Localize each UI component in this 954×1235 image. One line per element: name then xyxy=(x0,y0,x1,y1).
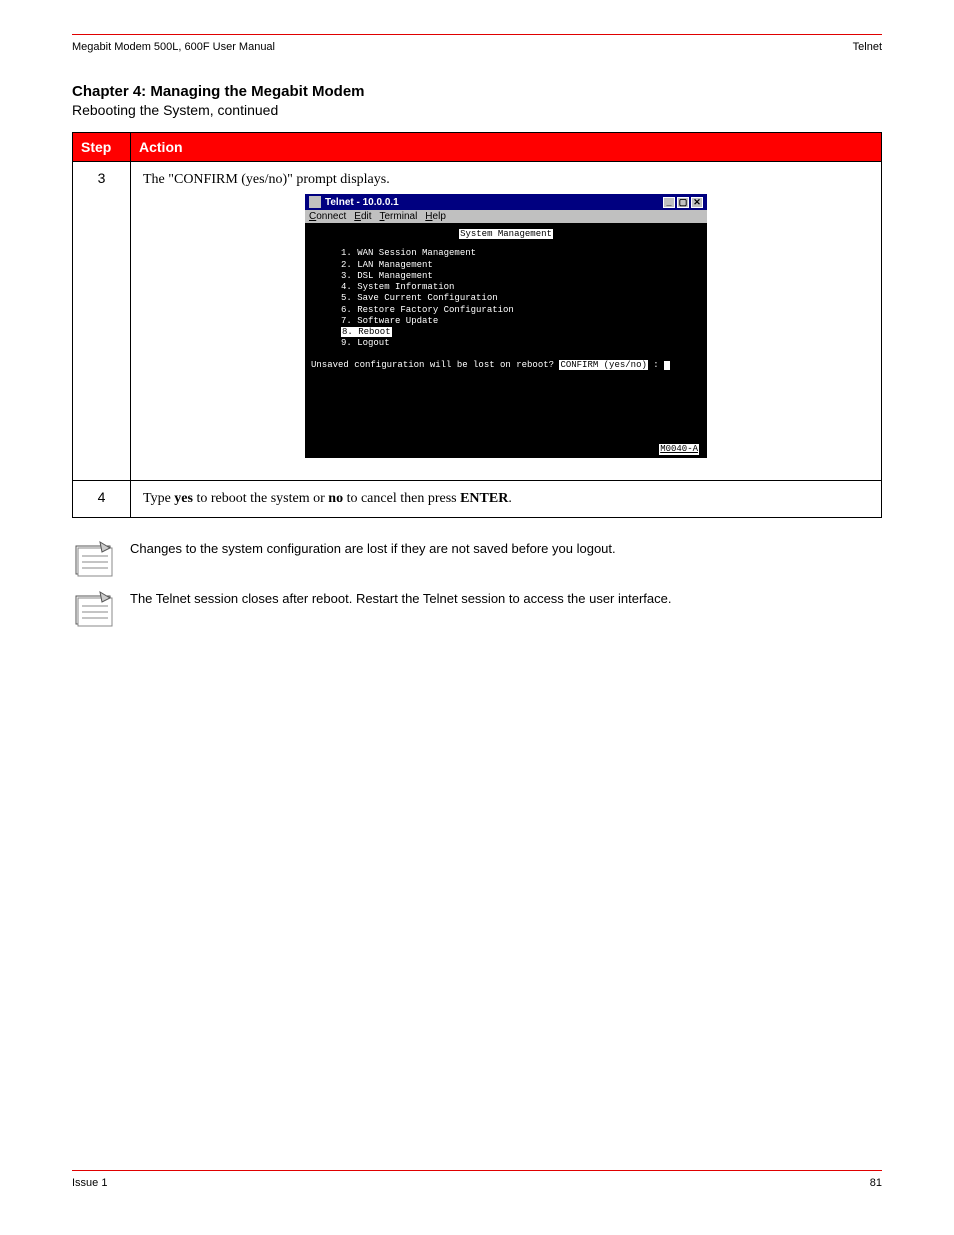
footer-right: 81 xyxy=(870,1177,882,1189)
key-enter: ENTER xyxy=(460,491,508,506)
cmd-yes: yes xyxy=(174,491,193,506)
telnet-menu-item-selected: 8. Reboot xyxy=(341,327,392,337)
footer-rule xyxy=(72,1170,882,1171)
header-rule xyxy=(72,34,882,35)
step-action: Type yes to reboot the system or no to c… xyxy=(131,481,882,518)
telnet-titlebar: Telnet - 10.0.0.1 _ ▢ ✕ xyxy=(305,194,707,210)
text: . xyxy=(508,491,512,506)
note-text: Changes to the system configuration are … xyxy=(130,538,616,558)
note-icon xyxy=(72,588,116,628)
chapter-title: Chapter 4: Managing the Megabit Modem xyxy=(72,83,882,100)
telnet-menu-item: 4. System Information xyxy=(341,282,701,293)
app-icon xyxy=(309,196,321,208)
step-number: 4 xyxy=(73,481,131,518)
footer-left: Issue 1 xyxy=(72,1177,107,1189)
cmd-no: no xyxy=(328,491,343,506)
header-left: Megabit Modem 500L, 600F User Manual xyxy=(72,41,275,53)
telnet-menubar: Connect Edit Terminal Help xyxy=(305,210,707,223)
telnet-window: Telnet - 10.0.0.1 _ ▢ ✕ Connect Edit Te xyxy=(305,194,707,458)
telnet-menu-list: 1. WAN Session Management 2. LAN Managem… xyxy=(341,248,701,349)
text: to cancel then press xyxy=(343,491,460,506)
telnet-menu-item: 2. LAN Management xyxy=(341,260,701,271)
maximize-button[interactable]: ▢ xyxy=(677,197,689,208)
step-action: The "CONFIRM (yes/no)" prompt displays. … xyxy=(131,162,882,481)
col-action: Action xyxy=(131,133,882,162)
menu-connect[interactable]: Connect xyxy=(309,211,346,222)
col-step: Step xyxy=(73,133,131,162)
telnet-menu-item: 7. Software Update xyxy=(341,316,701,327)
section-title: Rebooting the System, continued xyxy=(72,102,882,118)
telnet-menu-item: 5. Save Current Configuration xyxy=(341,293,701,304)
header-right: Telnet xyxy=(853,41,882,53)
text: Type xyxy=(143,491,174,506)
telnet-body: System Management 1. WAN Session Managem… xyxy=(305,223,707,458)
telnet-menu-item: 1. WAN Session Management xyxy=(341,248,701,259)
note-icon xyxy=(72,538,116,578)
telnet-title: Telnet - 10.0.0.1 xyxy=(325,197,399,208)
menu-edit[interactable]: Edit xyxy=(354,211,371,222)
telnet-prompt: Unsaved configuration will be lost on re… xyxy=(311,360,701,371)
text: to reboot the system or xyxy=(193,491,328,506)
page-header: Megabit Modem 500L, 600F User Manual Tel… xyxy=(72,41,882,53)
note-text: The Telnet session closes after reboot. … xyxy=(130,588,671,608)
minimize-button[interactable]: _ xyxy=(663,197,675,208)
telnet-screen-title: System Management xyxy=(459,229,553,239)
action-text: The "CONFIRM (yes/no)" prompt displays. xyxy=(143,172,869,188)
page-footer: Issue 1 81 xyxy=(72,1170,882,1189)
table-row: 3 The "CONFIRM (yes/no)" prompt displays… xyxy=(73,162,882,481)
note-block: Changes to the system configuration are … xyxy=(72,538,882,578)
menu-help[interactable]: Help xyxy=(425,211,446,222)
telnet-menu-item: 9. Logout xyxy=(341,338,701,349)
telnet-ref: M0040-A xyxy=(659,444,699,455)
close-button[interactable]: ✕ xyxy=(691,197,703,208)
telnet-menu-item: 3. DSL Management xyxy=(341,271,701,282)
procedure-table: Step Action 3 The "CONFIRM (yes/no)" pro… xyxy=(72,132,882,518)
table-row: 4 Type yes to reboot the system or no to… xyxy=(73,481,882,518)
cursor-icon xyxy=(664,361,670,370)
telnet-menu-item: 6. Restore Factory Configuration xyxy=(341,305,701,316)
prompt-confirm: CONFIRM (yes/no) xyxy=(559,360,647,370)
prompt-suffix: : xyxy=(648,360,664,370)
step-number: 3 xyxy=(73,162,131,481)
menu-terminal[interactable]: Terminal xyxy=(380,211,418,222)
prompt-prefix: Unsaved configuration will be lost on re… xyxy=(311,360,559,370)
note-block: The Telnet session closes after reboot. … xyxy=(72,588,882,628)
